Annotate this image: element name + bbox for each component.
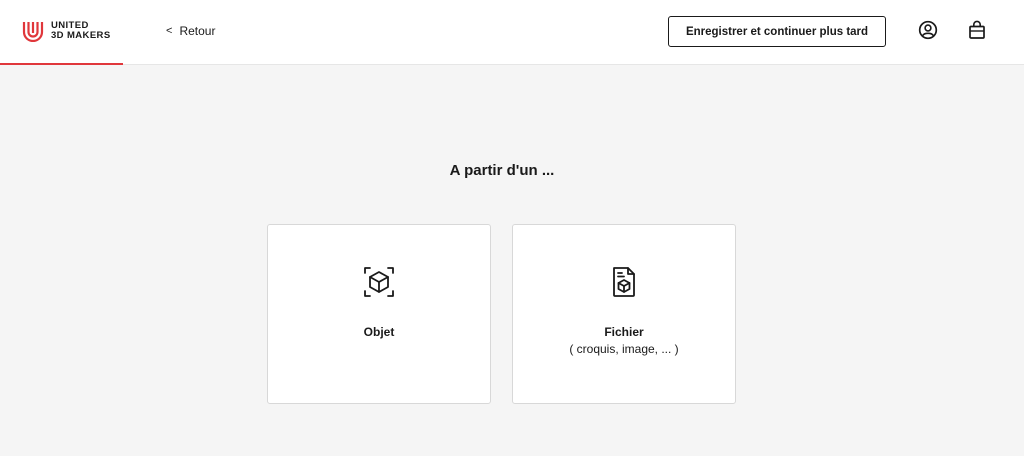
cube-scan-icon: [362, 265, 396, 299]
back-link[interactable]: < Retour: [166, 24, 215, 38]
chevron-left-icon: <: [166, 25, 173, 37]
account-button[interactable]: [917, 20, 939, 45]
option-label: Fichier: [604, 325, 644, 339]
page-title: A partir d'un ...: [449, 162, 555, 179]
u-logo-icon: [22, 20, 44, 42]
option-label: Objet: [363, 325, 395, 339]
top-header: UNITED 3D MAKERS < Retour Enregistrer et…: [0, 0, 1024, 65]
option-sublabel: ( croquis, image, ... ): [569, 342, 679, 356]
shopping-bag-icon: [968, 20, 986, 45]
file-cube-icon: [607, 265, 641, 299]
brand-name: UNITED 3D MAKERS: [51, 21, 111, 41]
option-card-fichier[interactable]: Fichier ( croquis, image, ... ): [512, 224, 736, 404]
cart-button[interactable]: [966, 20, 988, 45]
option-card-objet[interactable]: Objet: [267, 224, 491, 404]
save-and-continue-later-button[interactable]: Enregistrer et continuer plus tard: [668, 16, 886, 47]
progress-bar: [0, 63, 123, 65]
user-circle-icon: [918, 20, 938, 45]
brand-line-2: 3D MAKERS: [51, 30, 111, 41]
back-label: Retour: [179, 24, 216, 38]
brand-logo[interactable]: UNITED 3D MAKERS: [22, 20, 111, 42]
